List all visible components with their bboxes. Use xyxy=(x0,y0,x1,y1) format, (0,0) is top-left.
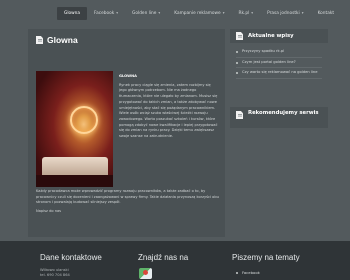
chevron-down-icon: ▾ xyxy=(251,11,254,15)
bullet-icon xyxy=(236,271,238,274)
widget-title: Aktualne wpisy xyxy=(248,33,294,39)
footer-contact-line: tel. 690 704 864 xyxy=(40,273,70,277)
recent-post-link[interactable]: Czy warto się reklamować na golden line xyxy=(236,68,322,79)
widget-header: Aktualne wpisy xyxy=(230,29,328,43)
main-navigation: Glowna Facebook ▾ Golden line ▾ Kampanie r… xyxy=(0,6,350,21)
nav-item-rk[interactable]: Rk.pl ▾ xyxy=(232,7,261,20)
page-title-text: Glowna xyxy=(47,35,78,45)
article-closing: Napisz do nas xyxy=(36,209,62,214)
page-title: Glowna xyxy=(36,35,78,45)
nav-label: Prasa jodnostki xyxy=(267,11,300,16)
recent-post-link[interactable]: Przyczyny spadku rk.pl xyxy=(236,47,322,58)
document-icon xyxy=(236,32,243,40)
nav-item-facebook[interactable]: Facebook ▾ xyxy=(87,7,125,20)
article-intro-text: Rynek pracy ciągle się zmienia, zatem ro… xyxy=(119,82,218,139)
document-icon xyxy=(236,111,243,119)
article-label: GLOWNA xyxy=(119,74,137,78)
chevron-down-icon: ▾ xyxy=(158,11,161,15)
nav-label: Rk.pl xyxy=(238,11,250,16)
nav-item-golden-line[interactable]: Golden line ▾ xyxy=(125,7,167,20)
article-body: Każdy pracodawca może wprowadzić program… xyxy=(36,189,219,218)
footer-find-title: Znajdź nas na xyxy=(138,253,189,262)
article-intro: GLOWNA Rynek pracy ciągle się zmienia, z… xyxy=(119,74,219,140)
widget-title: Rekomendujemy serwis xyxy=(248,110,319,116)
chevron-down-icon: ▾ xyxy=(222,11,225,15)
nav-item-prasa[interactable]: Prasa jodnostki ▾ xyxy=(260,7,310,20)
nav-item-kampanie[interactable]: Kampanie reklamowe ▾ xyxy=(167,7,231,20)
nav-label: Kontakt xyxy=(317,11,335,16)
recommended-widget: Rekomendujemy serwis xyxy=(230,107,328,128)
nav-label: Kampanie reklamowe xyxy=(174,11,221,16)
recent-posts-widget: Aktualne wpisy Przyczyny spadku rk.pl Cz… xyxy=(230,29,328,83)
google-maps-icon[interactable] xyxy=(139,268,152,279)
widget-header: Rekomendujemy serwis xyxy=(230,107,328,128)
interior-photo xyxy=(36,71,113,187)
floor-shape xyxy=(36,175,113,187)
footer-facebook-link[interactable]: Facebook xyxy=(236,270,260,275)
article-paragraph: Każdy pracodawca może wprowadzić program… xyxy=(36,189,219,205)
lamp-ring xyxy=(70,106,98,134)
recent-posts-list: Przyczyny spadku rk.pl Czym jest portal … xyxy=(230,43,328,83)
nav-item-glowna[interactable]: Glowna xyxy=(57,7,88,20)
nav-label: Golden line xyxy=(132,11,157,16)
recent-post-link[interactable]: Czym jest portal golden line? xyxy=(236,58,322,68)
chevron-down-icon: ▾ xyxy=(301,11,304,15)
document-icon xyxy=(36,36,43,44)
footer-topics-title: Piszemy na tematy xyxy=(232,253,300,262)
nav-item-kontakt[interactable]: Kontakt xyxy=(311,7,341,20)
footer-contact-title: Dane kontaktowe xyxy=(40,253,102,262)
footer-link-label: Facebook xyxy=(242,270,260,275)
footer: Dane kontaktowe Wilkowo ulanski tel. 690… xyxy=(0,241,350,280)
chevron-down-icon: ▾ xyxy=(116,11,119,15)
nav-label: Glowna xyxy=(64,11,81,16)
main-content: Glowna GLOWNA Rynek pracy ciągle się zmi… xyxy=(28,29,225,237)
footer-contact-details: Wilkowo ulanski tel. 690 704 864 xyxy=(40,268,70,278)
nav-label: Facebook xyxy=(94,11,115,16)
